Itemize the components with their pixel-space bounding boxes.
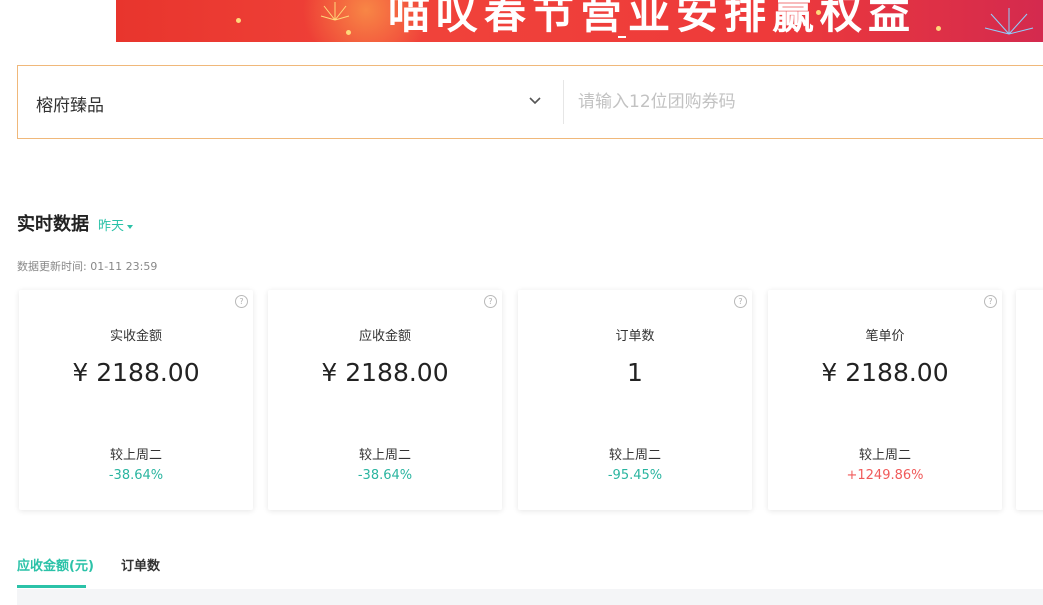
metric-value: ¥ 2188.00 <box>321 358 449 387</box>
metric-card: ? 实收金额 ¥ 2188.00 较上周二 -38.64% <box>19 290 253 510</box>
help-icon[interactable]: ? <box>484 295 497 308</box>
store-coupon-bar: 榕府臻品 <box>17 65 1043 139</box>
tab-receivable-amount[interactable]: 应收金额(元) <box>17 555 94 574</box>
firework-icon <box>320 2 350 21</box>
tab-order-count[interactable]: 订单数 <box>121 555 160 574</box>
metric-compare-label: 较上周二 <box>608 448 661 463</box>
caret-down-icon <box>127 224 134 229</box>
metric-value: 1 <box>627 358 643 387</box>
selector-divider <box>563 80 564 124</box>
store-select[interactable]: 榕府臻品 <box>18 66 563 138</box>
banner-indicator <box>618 36 626 38</box>
metric-compare-label: 较上周二 <box>858 448 911 463</box>
help-icon[interactable]: ? <box>984 295 997 308</box>
metric-card: ? 订单数 1 较上周二 -95.45% <box>518 290 752 510</box>
chart-area-top <box>17 589 1043 605</box>
metric-label: 实收金额 <box>109 329 162 344</box>
metric-label: 笔单价 <box>865 329 905 344</box>
banner-sparkle <box>936 26 941 31</box>
metric-card: ? 应收金额 ¥ 2188.00 较上周二 -38.64% <box>268 290 502 510</box>
metric-change: -38.64% <box>108 468 164 483</box>
data-update-time: 数据更新时间: 01-11 23:59 <box>17 260 158 273</box>
promo-banner[interactable]: 喵叹春节营业安排赢权益 <box>116 0 1043 42</box>
metric-compare-label: 较上周二 <box>109 448 162 463</box>
firework-icon <box>984 8 1034 35</box>
chevron-down-icon <box>529 97 541 105</box>
metric-change: +1249.86% <box>846 468 924 483</box>
help-icon[interactable]: ? <box>235 295 248 308</box>
metric-label: 应收金额 <box>358 329 411 344</box>
banner-title: 喵叹春节营业安排赢权益 <box>388 0 917 38</box>
metric-compare-label: 较上周二 <box>358 448 411 463</box>
selected-store-name: 榕府臻品 <box>36 96 104 116</box>
metric-change: -38.64% <box>357 468 413 483</box>
banner-sparkle <box>236 18 241 23</box>
section-title: 实时数据 <box>17 214 89 235</box>
metric-card-partial <box>1016 290 1043 510</box>
active-tab-indicator <box>17 585 86 588</box>
coupon-code-input[interactable] <box>578 86 1038 118</box>
help-icon[interactable]: ? <box>734 295 747 308</box>
metric-value: ¥ 2188.00 <box>72 358 200 387</box>
metric-value: ¥ 2188.00 <box>821 358 949 387</box>
metric-label: 订单数 <box>615 329 655 344</box>
metric-change: -95.45% <box>607 468 663 483</box>
metric-card: ? 笔单价 ¥ 2188.00 较上周二 +1249.86% <box>768 290 1002 510</box>
date-filter-label: 昨天 <box>98 219 125 234</box>
banner-sparkle <box>346 30 351 35</box>
date-filter-dropdown[interactable]: 昨天 <box>98 215 134 234</box>
